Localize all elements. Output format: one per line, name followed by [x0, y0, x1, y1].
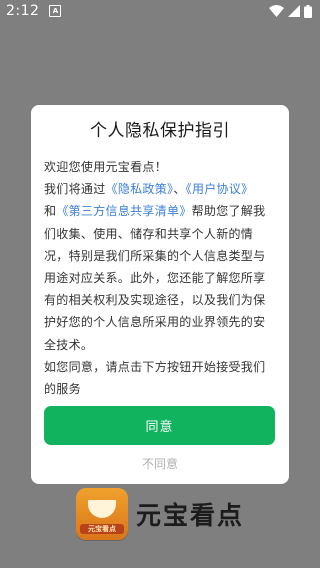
app-name: 元宝看点: [136, 501, 245, 530]
dialog-body: 欢迎您使用元宝看点！ 我们将通过《隐私政策》、《用户协议》和《第三方信息共享清单…: [44, 156, 276, 400]
welcome-text: 欢迎您使用元宝看点！: [44, 160, 168, 174]
logo-cup: [88, 500, 116, 518]
a-app-icon: A: [49, 5, 62, 17]
status-left: 2:12 A: [6, 3, 62, 19]
dialog-title: 个人隐私保护指引: [90, 121, 230, 141]
battery-icon: [304, 4, 312, 18]
intro-text: 我们将通过: [44, 182, 106, 197]
screen: 2:12 A 元宝看点 元宝看点 个人隐私保护指引 欢迎您使用元宝看点！ 我们将…: [0, 0, 320, 568]
user-agreement-link[interactable]: 《用户协议》: [186, 182, 254, 196]
and-text: 和: [44, 204, 57, 219]
agree-button[interactable]: 同意: [44, 406, 275, 445]
third-party-sharing-link[interactable]: 《第三方信息共享清单》: [56, 204, 191, 218]
privacy-policy-link[interactable]: 《隐私政策》: [106, 182, 174, 196]
logo-band-text: 元宝看点: [80, 524, 124, 534]
app-logo-icon: 元宝看点: [76, 488, 128, 540]
status-bar: 2:12 A: [0, 0, 320, 22]
body-text: 帮助您了解我们收集、使用、储存和共享个人新的情况，特别是我们所采集的个人信息类型…: [44, 204, 266, 352]
signal-icon: [288, 5, 300, 17]
disagree-button[interactable]: 不同意: [31, 453, 289, 473]
privacy-dialog: 个人隐私保护指引 欢迎您使用元宝看点！ 我们将通过《隐私政策》、《用户协议》和《…: [31, 105, 289, 484]
policy-paragraph: 我们将通过《隐私政策》、《用户协议》和《第三方信息共享清单》帮助您了解我们收集、…: [44, 178, 276, 356]
wifi-icon: [269, 5, 284, 17]
consent-text: 如您同意，请点击下方按钮开始接受我们的服务: [44, 359, 266, 397]
splash-logo: 元宝看点 元宝看点: [76, 488, 244, 540]
status-right: [269, 4, 312, 18]
status-time: 2:12: [6, 3, 40, 19]
separator-text: 、: [173, 182, 186, 197]
